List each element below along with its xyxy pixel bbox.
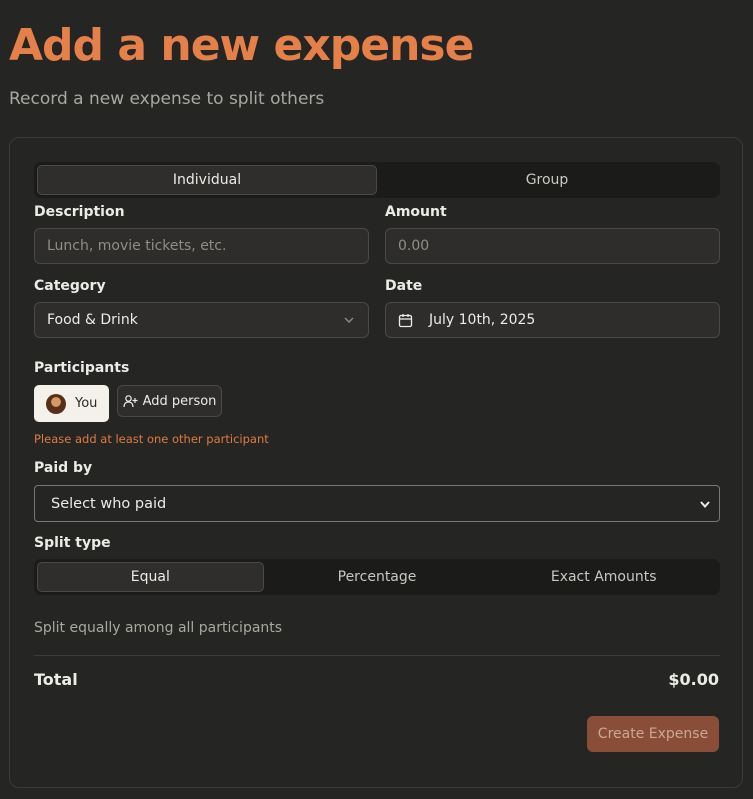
participant-chip[interactable]: You <box>34 385 109 422</box>
chevron-down-icon <box>344 317 354 323</box>
category-label: Category <box>34 278 106 294</box>
create-expense-button[interactable]: Create Expense <box>587 716 719 752</box>
amount-input[interactable]: 0.00 <box>385 228 720 264</box>
add-person-label: Add person <box>142 393 217 409</box>
paid-by-label: Paid by <box>34 460 93 476</box>
split-hint: Split equally among all participants <box>34 620 283 636</box>
expense-form-card: Individual Group Description Lunch, movi… <box>9 137 743 788</box>
category-value: Food & Drink <box>47 312 138 328</box>
tab-split-equal[interactable]: Equal <box>37 562 264 592</box>
paid-by-select[interactable]: Select who paid <box>34 485 720 522</box>
page-subtitle: Record a new expense to split others <box>9 89 325 109</box>
divider <box>34 655 720 656</box>
tab-group[interactable]: Group <box>377 165 717 195</box>
date-label: Date <box>385 278 423 294</box>
tab-individual[interactable]: Individual <box>37 165 377 195</box>
chevron-down-icon <box>700 501 710 509</box>
avatar <box>46 393 66 414</box>
participants-label: Participants <box>34 360 130 376</box>
page-title: Add a new expense <box>9 20 474 71</box>
calendar-icon <box>398 313 413 327</box>
description-input[interactable]: Lunch, movie tickets, etc. <box>34 228 369 264</box>
participant-name: You <box>75 396 98 411</box>
user-plus-icon <box>122 394 138 407</box>
split-type-label: Split type <box>34 535 111 551</box>
paid-by-value: Select who paid <box>51 495 167 512</box>
tab-split-percentage[interactable]: Percentage <box>264 562 491 592</box>
split-type-tabs: Equal Percentage Exact Amounts <box>34 559 720 595</box>
date-value: July 10th, 2025 <box>429 312 536 328</box>
amount-placeholder: 0.00 <box>398 238 430 254</box>
date-picker-button[interactable]: July 10th, 2025 <box>385 302 720 338</box>
amount-label: Amount <box>385 204 447 220</box>
description-placeholder: Lunch, movie tickets, etc. <box>47 238 227 254</box>
category-select[interactable]: Food & Drink <box>34 302 369 338</box>
description-label: Description <box>34 204 125 220</box>
total-value: $0.00 <box>668 670 719 689</box>
add-person-button[interactable]: Add person <box>117 385 222 417</box>
tab-split-exact[interactable]: Exact Amounts <box>490 562 717 592</box>
expense-type-tabs: Individual Group <box>34 162 720 198</box>
total-label: Total <box>34 670 78 689</box>
participants-error: Please add at least one other participan… <box>34 432 269 446</box>
